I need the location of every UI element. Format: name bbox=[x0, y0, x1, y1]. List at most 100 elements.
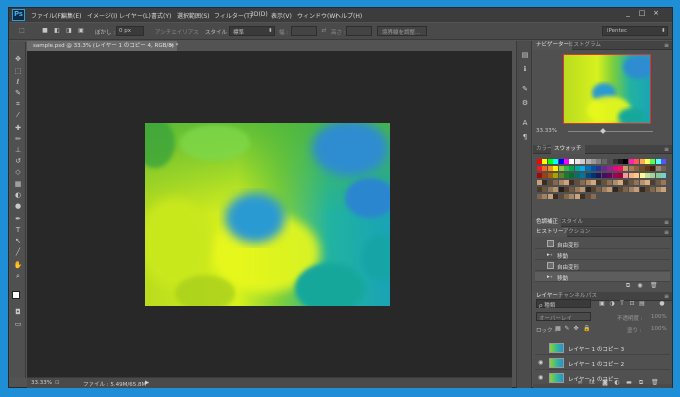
color-swatch[interactable] bbox=[585, 159, 591, 164]
intersect-selection-icon[interactable]: ▣ bbox=[78, 28, 84, 34]
color-swatch[interactable] bbox=[661, 194, 666, 199]
navigator-zoom-slider[interactable] bbox=[568, 131, 653, 132]
lock-image-icon[interactable]: ✎ bbox=[564, 326, 570, 332]
adjustment-layer-icon[interactable]: ◐ bbox=[614, 380, 620, 386]
tab-adjustments[interactable]: 色調補正 bbox=[533, 218, 562, 227]
history-item[interactable]: ▸₊ 移動 bbox=[535, 272, 670, 282]
menu-select[interactable]: 選択範囲(S) bbox=[177, 11, 210, 20]
color-swatch[interactable] bbox=[601, 159, 607, 164]
color-swatch[interactable] bbox=[574, 180, 580, 185]
color-swatch[interactable] bbox=[629, 194, 634, 199]
quick-select-tool-icon[interactable]: ✎ bbox=[13, 89, 23, 97]
color-swatch[interactable] bbox=[558, 166, 564, 171]
menu-layer[interactable]: レイヤー(L) bbox=[119, 11, 151, 20]
eyedropper-tool-icon[interactable]: ⁄ bbox=[13, 111, 23, 119]
type-tool-icon[interactable]: T bbox=[13, 226, 23, 234]
eye-icon[interactable]: ◉ bbox=[538, 360, 544, 366]
color-swatch[interactable] bbox=[537, 159, 542, 164]
color-swatch[interactable] bbox=[547, 166, 553, 171]
color-swatch[interactable] bbox=[639, 173, 645, 178]
lock-all-icon[interactable]: 🔒 bbox=[583, 326, 590, 332]
color-swatch[interactable] bbox=[537, 194, 542, 199]
color-swatch[interactable] bbox=[650, 180, 656, 185]
character-icon[interactable]: A bbox=[521, 119, 529, 127]
color-swatch[interactable] bbox=[607, 159, 613, 164]
color-swatch[interactable] bbox=[585, 187, 591, 192]
color-swatch[interactable] bbox=[591, 159, 596, 164]
layer-mask-icon[interactable]: ◙ bbox=[602, 380, 608, 386]
close-icon[interactable]: × bbox=[169, 41, 174, 51]
color-swatch[interactable] bbox=[634, 187, 640, 192]
maximize-button[interactable]: □ bbox=[636, 9, 648, 18]
tab-histogram[interactable]: ヒストグラム bbox=[565, 41, 604, 50]
color-swatch[interactable] bbox=[574, 159, 580, 164]
color-swatch[interactable] bbox=[558, 187, 564, 192]
color-swatch[interactable] bbox=[547, 180, 553, 185]
marquee-preset-icon[interactable]: ⬚ bbox=[19, 28, 25, 34]
zoom-tool-icon[interactable]: ⌕ bbox=[13, 272, 23, 280]
color-swatch[interactable] bbox=[596, 180, 602, 185]
color-swatch[interactable] bbox=[650, 173, 656, 178]
color-swatch[interactable] bbox=[623, 187, 629, 192]
color-swatch[interactable] bbox=[612, 159, 618, 164]
color-swatch[interactable] bbox=[655, 173, 661, 178]
color-swatch[interactable] bbox=[569, 187, 575, 192]
color-swatch[interactable] bbox=[564, 187, 569, 192]
opacity-value[interactable]: 100% bbox=[651, 314, 667, 320]
color-swatch[interactable] bbox=[537, 166, 542, 171]
info-icon[interactable]: ℹ bbox=[521, 65, 529, 73]
color-swatch[interactable] bbox=[569, 180, 575, 185]
color-swatch[interactable] bbox=[542, 173, 548, 178]
history-brush-tool-icon[interactable]: ↺ bbox=[13, 157, 23, 165]
minimize-button[interactable]: _ bbox=[622, 9, 634, 18]
brush-preset-icon[interactable]: ✎ bbox=[521, 85, 529, 93]
color-swatch[interactable] bbox=[655, 180, 661, 185]
gradient-tool-icon[interactable]: ▦ bbox=[13, 180, 23, 188]
color-swatch[interactable] bbox=[634, 159, 640, 164]
color-swatch[interactable] bbox=[661, 180, 667, 185]
menu-edit[interactable]: 編集(E) bbox=[61, 11, 81, 20]
color-swatch[interactable] bbox=[623, 173, 629, 178]
new-layer-icon[interactable]: ⧉ bbox=[638, 380, 644, 386]
menu-window[interactable]: ウィンドウ(W) bbox=[297, 11, 338, 20]
document-canvas[interactable] bbox=[145, 123, 390, 306]
menu-file[interactable]: ファイル(F) bbox=[31, 11, 63, 20]
color-swatch[interactable] bbox=[645, 159, 650, 164]
color-swatch[interactable] bbox=[639, 180, 645, 185]
menu-3d[interactable]: 3D(D) bbox=[250, 11, 268, 18]
color-swatch[interactable] bbox=[661, 187, 667, 192]
panel-menu-icon[interactable]: ≡ bbox=[664, 292, 669, 301]
filter-type-icon[interactable]: T bbox=[619, 301, 625, 307]
color-swatch[interactable] bbox=[542, 159, 548, 164]
color-swatch[interactable] bbox=[596, 194, 601, 199]
color-swatch[interactable] bbox=[623, 194, 628, 199]
color-swatch[interactable] bbox=[596, 187, 602, 192]
color-swatch[interactable] bbox=[564, 173, 569, 178]
color-swatch[interactable] bbox=[650, 166, 656, 171]
color-swatch[interactable] bbox=[569, 159, 575, 164]
panel-menu-icon[interactable]: ≡ bbox=[664, 218, 669, 227]
color-swatch[interactable] bbox=[580, 187, 586, 192]
color-swatch[interactable] bbox=[618, 180, 623, 185]
width-input[interactable] bbox=[291, 26, 317, 36]
color-swatch[interactable] bbox=[650, 194, 655, 199]
color-swatch[interactable] bbox=[553, 173, 559, 178]
color-swatch[interactable] bbox=[547, 194, 553, 199]
color-swatch[interactable] bbox=[650, 159, 656, 164]
filter-pixel-icon[interactable]: ▣ bbox=[599, 301, 605, 307]
new-group-icon[interactable]: ▬ bbox=[626, 380, 632, 386]
color-swatch[interactable] bbox=[601, 166, 607, 171]
new-selection-icon[interactable]: ■ bbox=[42, 28, 48, 34]
color-swatch[interactable] bbox=[656, 194, 661, 199]
color-swatch[interactable] bbox=[537, 173, 542, 178]
color-swatch[interactable] bbox=[591, 180, 596, 185]
color-swatch[interactable] bbox=[542, 187, 548, 192]
screen-mode-icon[interactable]: ▭ bbox=[13, 320, 23, 328]
color-swatch[interactable] bbox=[591, 194, 596, 199]
color-swatch[interactable] bbox=[602, 194, 607, 199]
color-swatch[interactable] bbox=[628, 187, 634, 192]
color-swatch[interactable] bbox=[618, 173, 623, 178]
color-swatch[interactable] bbox=[607, 180, 613, 185]
color-swatch[interactable] bbox=[574, 166, 580, 171]
color-swatch[interactable] bbox=[574, 194, 580, 199]
